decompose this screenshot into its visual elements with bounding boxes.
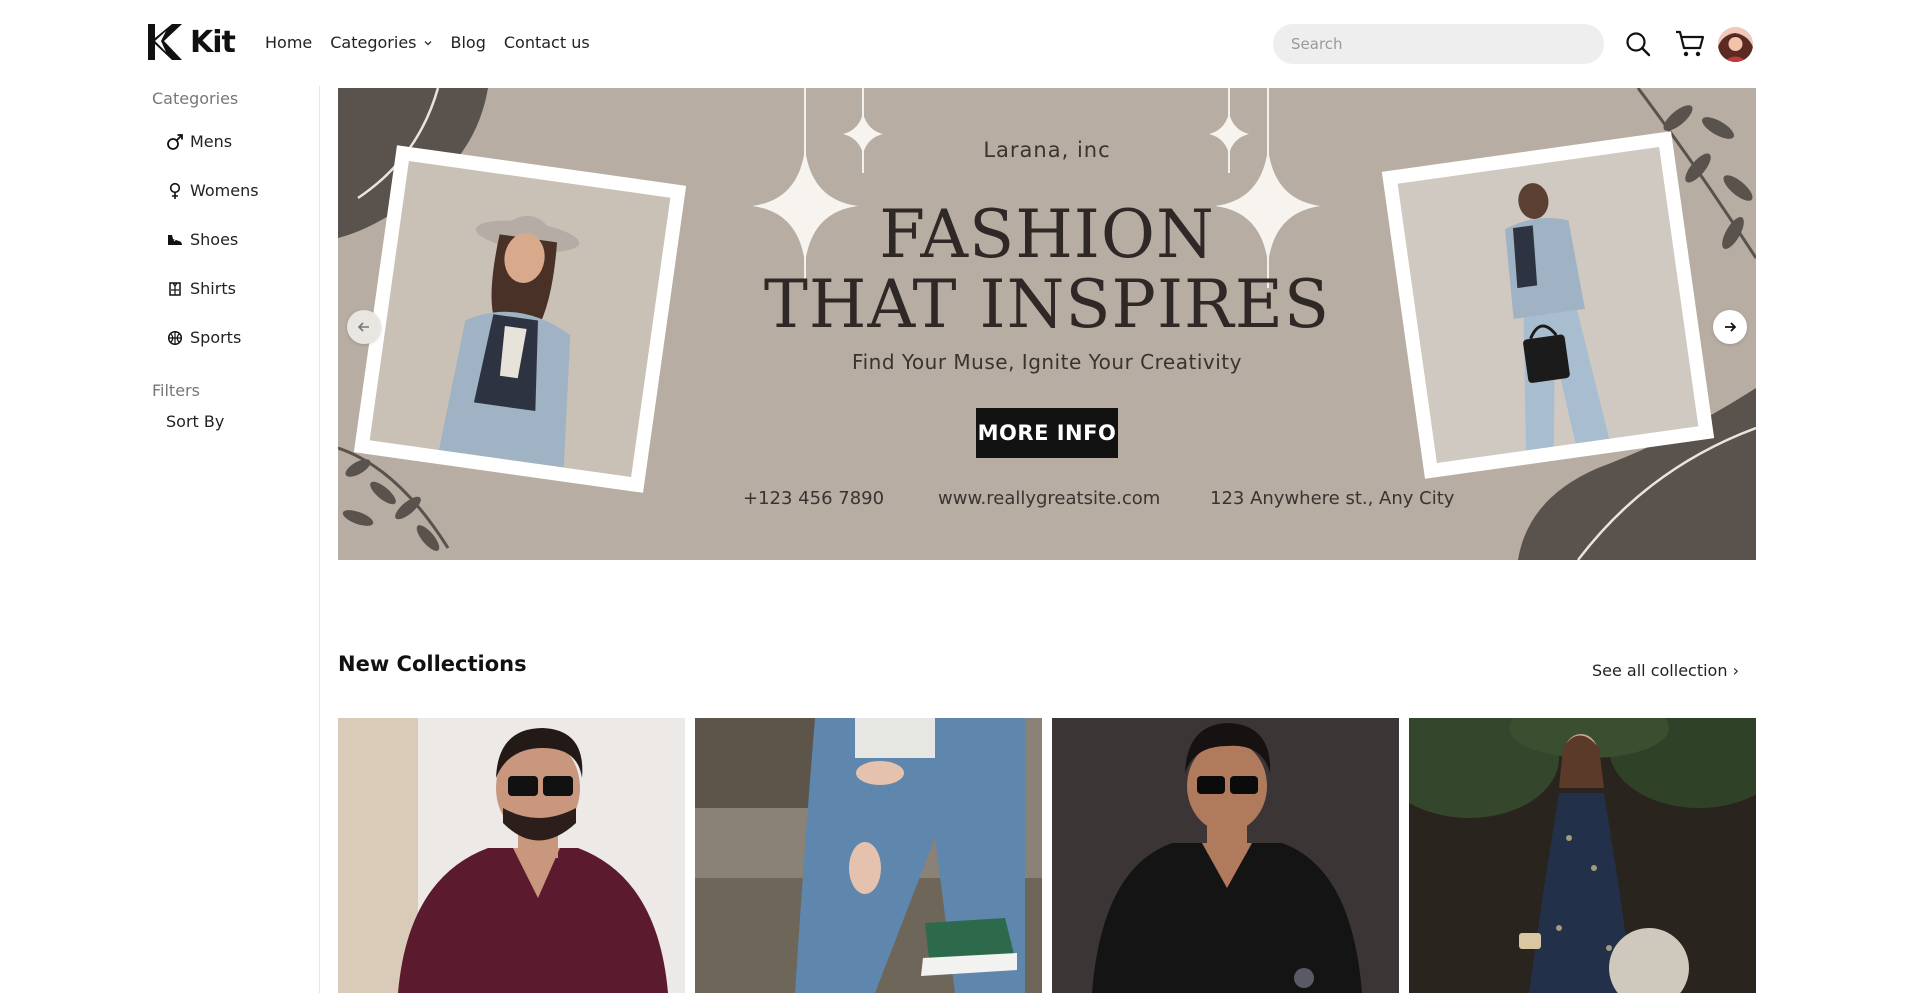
product-image-floral-jumpsuit <box>1409 718 1756 993</box>
female-icon <box>166 182 184 200</box>
sidebar-item-shoes[interactable]: Shoes <box>166 230 238 249</box>
cart-icon <box>1676 30 1705 57</box>
nav-contact-label: Contact us <box>503 33 590 52</box>
header: Kit Home Categories Blog Contact us <box>0 0 1905 86</box>
sidebar-item-sports[interactable]: Sports <box>166 328 241 347</box>
banner-title-line1: FASHION <box>879 196 1215 273</box>
nav-blog[interactable]: Blog <box>451 33 486 52</box>
sidebar-item-label: Shoes <box>190 230 239 249</box>
product-card[interactable] <box>1409 718 1756 993</box>
logo-text: Kit <box>190 24 236 60</box>
sidebar-item-label: Shirts <box>190 279 236 298</box>
product-card[interactable] <box>1052 718 1399 993</box>
nav-contact[interactable]: Contact us <box>504 33 590 52</box>
ball-icon <box>166 329 184 347</box>
shirt-icon <box>166 280 184 298</box>
nav-blog-label: Blog <box>450 33 486 52</box>
logo-mark-icon <box>148 24 182 60</box>
product-image-maroon-shirt <box>338 718 685 993</box>
logo[interactable]: Kit <box>146 22 236 62</box>
product-card[interactable] <box>338 718 685 993</box>
avatar-image <box>1718 27 1753 62</box>
banner-subtitle: Find Your Muse, Ignite Your Creativity <box>852 350 1242 374</box>
cart-button[interactable] <box>1674 28 1706 60</box>
banner-address: 123 Anywhere st., Any City <box>1210 488 1455 509</box>
sidebar-item-mens[interactable]: Mens <box>166 132 232 151</box>
product-image-blue-jeans <box>695 718 1042 993</box>
sidebar: Categories Mens Womens Shoes Shirts Spor… <box>0 86 320 993</box>
nav-home-label: Home <box>265 33 313 52</box>
sidebar-item-label: Womens <box>190 181 259 200</box>
banner-title-line2: THAT INSPIRES <box>763 266 1331 343</box>
sort-by-button[interactable]: Sort By <box>166 412 224 431</box>
hero-banner: Larana, inc FASHION THAT INSPIRES Find Y… <box>338 88 1756 560</box>
banner-company: Larana, inc <box>983 138 1111 162</box>
filters-heading: Filters <box>152 381 200 400</box>
banner-phone: +123 456 7890 <box>743 488 885 509</box>
shoe-icon <box>166 231 184 249</box>
nav-home[interactable]: Home <box>265 33 312 52</box>
main-nav: Home Categories Blog Contact us <box>265 33 590 52</box>
search-icon <box>1626 32 1651 57</box>
sidebar-item-label: Mens <box>190 132 233 151</box>
arrow-left-icon <box>357 322 369 332</box>
see-all-collection-link[interactable]: See all collection › <box>1592 661 1739 680</box>
product-grid <box>338 718 1756 993</box>
chevron-down-icon <box>424 40 431 45</box>
banner-title: FASHION THAT INSPIRES <box>338 200 1756 340</box>
sidebar-item-label: Sports <box>190 328 242 347</box>
product-image-black-shirt <box>1052 718 1399 993</box>
avatar[interactable] <box>1718 27 1753 62</box>
categories-heading: Categories <box>152 89 239 108</box>
collections-title: New Collections <box>338 652 527 676</box>
more-info-button[interactable]: MORE INFO <box>976 408 1118 458</box>
sidebar-item-shirts[interactable]: Shirts <box>166 279 236 298</box>
male-icon <box>166 133 184 151</box>
search-button[interactable] <box>1622 28 1654 60</box>
nav-categories-label: Categories <box>330 33 417 52</box>
arrow-right-icon <box>1725 322 1737 332</box>
nav-categories[interactable]: Categories <box>330 33 432 52</box>
banner-website: www.reallygreatsite.com <box>938 488 1161 509</box>
sidebar-item-womens[interactable]: Womens <box>166 181 259 200</box>
carousel-prev-button[interactable] <box>347 310 381 344</box>
carousel-next-button[interactable] <box>1713 310 1747 344</box>
search-input[interactable] <box>1273 24 1604 64</box>
product-card[interactable] <box>695 718 1042 993</box>
